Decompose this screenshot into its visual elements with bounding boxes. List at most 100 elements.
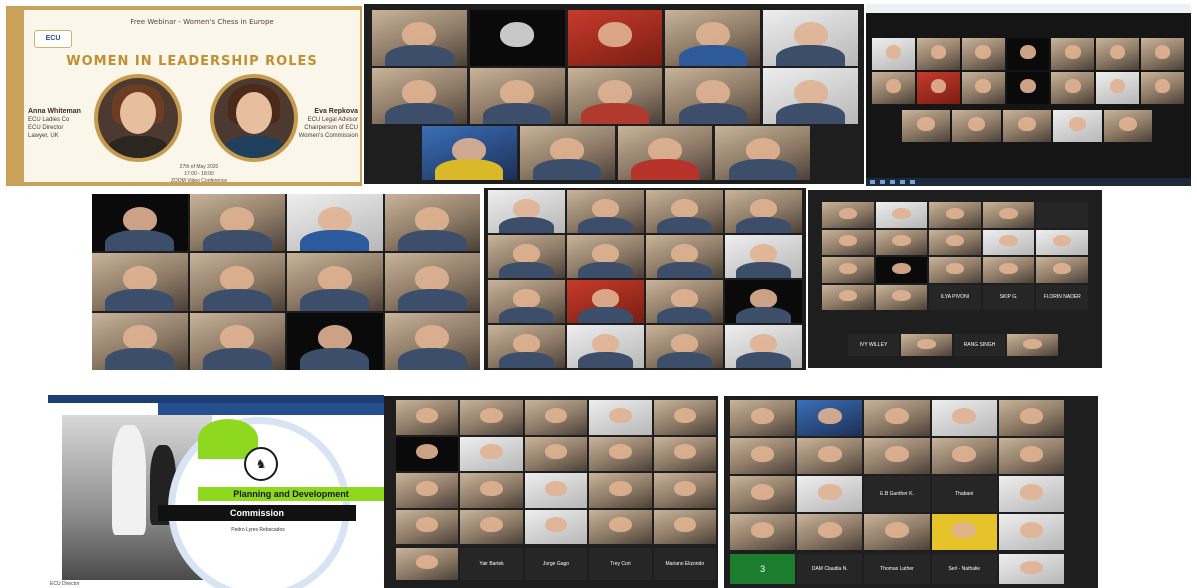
zoom-gallery-5 [484, 188, 806, 370]
participant-video [488, 280, 565, 323]
participant-video [1051, 38, 1095, 70]
slide-heading: Planning and Development [198, 487, 384, 501]
participant-video [189, 253, 285, 311]
slide-presenter: Pedro Lyres Rebocados [231, 527, 285, 533]
participant-video [567, 10, 663, 66]
participant-video [725, 190, 802, 233]
participant-video [646, 235, 723, 278]
participant-video [998, 400, 1064, 436]
taskbar-app-icon[interactable] [900, 180, 905, 184]
windows-taskbar[interactable] [866, 178, 1191, 186]
participant-name-tile: Jorge Gago [524, 548, 588, 580]
zoom-gallery-8: Yair Bartek Jorge Gago Trey Cori Mariano… [384, 396, 718, 588]
speaker-right-line: Chairperson of ECU [304, 125, 358, 131]
participant-video [797, 476, 863, 512]
participant-video [92, 253, 188, 311]
taskbar-app-icon[interactable] [890, 180, 895, 184]
participant-video [653, 436, 716, 471]
participant-video [567, 235, 644, 278]
participant-video [797, 400, 863, 436]
participant-video [589, 509, 652, 544]
start-icon[interactable] [870, 180, 875, 184]
participant-video [875, 202, 928, 228]
zoom-window-3 [866, 4, 1191, 186]
participant-video [952, 110, 1001, 142]
speaker-right-line: ECU Legal Advisor [307, 117, 358, 123]
participant-video [396, 436, 459, 471]
participant-video [1036, 257, 1088, 283]
speaker-right-name: Eva Repkova [314, 108, 358, 115]
participant-video [384, 253, 480, 311]
participant-video [725, 280, 802, 323]
participant-video [460, 436, 523, 471]
participant-video [1053, 110, 1102, 142]
participant-video [646, 325, 723, 368]
participant-video [715, 126, 810, 180]
participant-video [646, 190, 723, 233]
zoom-gallery-2 [364, 4, 864, 184]
speaker-left-line: Lawyer, UK [28, 133, 59, 139]
participant-video [488, 190, 565, 233]
participant-video [822, 202, 874, 228]
participant-video [763, 10, 858, 66]
speaker-right-caption: Eva Repkova ECU Legal Advisor Chairperso… [298, 108, 358, 140]
poster-canvas: ECU Free Webinar - Women's Chess in Euro… [24, 10, 360, 184]
video-grid [372, 68, 858, 124]
participant-video [822, 284, 874, 310]
participant-video [422, 126, 517, 180]
participant-video [864, 438, 930, 474]
participant-video [396, 509, 459, 544]
participant-video [396, 400, 459, 435]
slide-subheading: Commission [158, 505, 356, 521]
presentation-slide: ♞ Planning and Development Commission Pe… [48, 395, 384, 588]
speaker-right-photo [210, 74, 298, 162]
video-grid: E.B Gunther K. Thabani [730, 400, 1064, 550]
participant-video [1036, 229, 1088, 255]
participant-video [653, 473, 716, 508]
zoom-gallery-9: E.B Gunther K. Thabani 3 DAM Claudia N. … [724, 396, 1098, 588]
participant-video [372, 68, 467, 124]
participant-video [730, 476, 796, 512]
participant-video [931, 438, 997, 474]
video-grid: Yair Bartek Jorge Gago Trey Cori Mariano… [396, 548, 716, 580]
participant-video [589, 473, 652, 508]
participant-video [469, 68, 565, 124]
participant-video [998, 438, 1064, 474]
participant-video [92, 312, 188, 370]
participant-video [653, 400, 716, 435]
speaker-left-photo [94, 74, 182, 162]
participant-video [1007, 334, 1058, 356]
participant-video [524, 473, 588, 508]
participant-name-tile: Thabani [931, 476, 997, 512]
participant-video [519, 126, 615, 180]
participant-video [287, 312, 383, 370]
participant-name-tile: Mariano Elizondo [653, 548, 716, 580]
slide-accent-bar [158, 403, 384, 415]
participant-video [998, 514, 1064, 550]
participant-video [372, 10, 467, 66]
participant-video [916, 72, 960, 104]
participant-video [864, 514, 930, 550]
participant-video [189, 312, 285, 370]
participant-video [589, 400, 652, 435]
participant-video [665, 10, 761, 66]
participant-video [1103, 110, 1152, 142]
poster-title: WOMEN IN LEADERSHIP ROLES [66, 54, 318, 69]
zoom-gallery-6: ILYA PIVONI SKIP G. FLORIN NADER IVY WIL… [808, 190, 1102, 368]
participant-video [931, 514, 997, 550]
video-grid [872, 72, 1184, 104]
participant-video [488, 325, 565, 368]
participant-video [982, 229, 1035, 255]
participant-name-tile: Trey Cori [589, 548, 652, 580]
speaker-left-line: ECU Director [28, 125, 64, 131]
participant-video [725, 235, 802, 278]
participant-video [929, 202, 981, 228]
participant-video [1002, 110, 1052, 142]
video-grid [422, 126, 810, 180]
participant-video [384, 312, 480, 370]
taskbar-app-icon[interactable] [880, 180, 885, 184]
window-titlebar [866, 4, 1191, 13]
participant-video [589, 436, 652, 471]
participant-video [460, 509, 523, 544]
taskbar-app-icon[interactable] [910, 180, 915, 184]
